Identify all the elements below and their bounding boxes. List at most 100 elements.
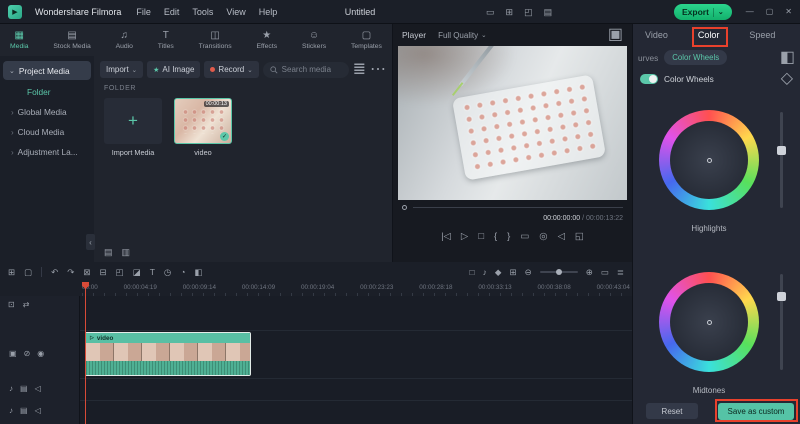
sidebar-item-global-media[interactable]: › Global Media: [3, 102, 91, 122]
play-icon[interactable]: ▷: [461, 232, 468, 242]
track-folder-icon[interactable]: ▤: [20, 385, 28, 393]
tab-audio[interactable]: ♫ Audio: [116, 30, 133, 50]
wheel-crosshair[interactable]: [706, 157, 712, 163]
track-thumbnail-icon[interactable]: ▣: [9, 350, 17, 358]
wheel-crosshair[interactable]: [706, 319, 712, 325]
marker-icon[interactable]: □: [470, 268, 475, 277]
fullscreen-icon[interactable]: ◱: [575, 232, 584, 242]
track-manage-icon[interactable]: ⊡: [8, 301, 15, 309]
maximize-button[interactable]: ▢: [766, 8, 774, 16]
midtones-color-wheel[interactable]: [659, 272, 759, 372]
export-button[interactable]: Export ⌄: [674, 4, 732, 20]
reset-button[interactable]: Reset: [646, 403, 698, 419]
tab-media[interactable]: ▦ Media: [10, 30, 29, 50]
sidebar-item-adjustment[interactable]: › Adjustment La...: [3, 142, 91, 162]
delete-icon[interactable]: ⊠: [83, 268, 90, 277]
tab-transitions[interactable]: ◫ Transitions: [199, 30, 232, 50]
grid-icon[interactable]: ⊞: [506, 7, 514, 17]
filter-icon[interactable]: ≣: [353, 61, 366, 78]
crop-icon[interactable]: ▭: [520, 232, 529, 242]
mask-tool-icon[interactable]: ◧: [194, 268, 202, 277]
undo-icon[interactable]: ↶: [51, 268, 58, 277]
fit-timeline-icon[interactable]: ▭: [601, 268, 609, 277]
midtones-luminance-slider[interactable]: [777, 274, 786, 370]
import-button[interactable]: Import ⌄: [100, 61, 144, 78]
sidebar-item-folder[interactable]: Folder: [3, 80, 91, 102]
record-button[interactable]: Record ⌄: [204, 61, 259, 78]
zoom-knob[interactable]: [555, 269, 562, 275]
close-button[interactable]: ✕: [785, 8, 792, 16]
collapse-sidebar-button[interactable]: ‹: [86, 234, 95, 250]
volume-icon[interactable]: ◁: [558, 232, 565, 242]
previous-frame-icon[interactable]: |◁: [441, 232, 451, 242]
zoom-out-icon[interactable]: ⊖: [525, 268, 532, 277]
track-lock-icon[interactable]: ⊘: [24, 350, 31, 358]
tab-stickers[interactable]: ☺ Stickers: [302, 30, 326, 50]
tab-templates[interactable]: ▢ Templates: [351, 30, 382, 50]
color-wheels-toggle[interactable]: [640, 74, 658, 84]
track-swap-icon[interactable]: ⇄: [23, 301, 30, 309]
folder-icon[interactable]: ▥: [122, 248, 131, 257]
playhead-dot[interactable]: [402, 205, 407, 210]
menu-view[interactable]: View: [226, 7, 245, 17]
tab-curves-partial[interactable]: urves: [638, 53, 658, 63]
split-icon[interactable]: ⊟: [100, 268, 107, 277]
menu-tools[interactable]: Tools: [192, 7, 213, 17]
add-track-icon[interactable]: ⊞: [509, 268, 516, 277]
search-input[interactable]: Search media: [262, 61, 349, 78]
track-folder-icon[interactable]: ▤: [20, 407, 28, 415]
redo-icon[interactable]: ↷: [67, 268, 74, 277]
more-icon[interactable]: ⋯: [370, 61, 386, 78]
track-mute-icon[interactable]: ◁: [35, 385, 41, 393]
zoom-in-icon[interactable]: ⊕: [586, 268, 593, 277]
music-note-icon[interactable]: ♪: [9, 407, 13, 415]
media-view-icon[interactable]: ⊞: [8, 268, 15, 277]
keyframe-diamond-icon[interactable]: ◇: [781, 71, 793, 87]
minimize-button[interactable]: —: [746, 8, 754, 16]
sidebar-item-cloud-media[interactable]: › Cloud Media: [3, 122, 91, 142]
highlights-luminance-slider[interactable]: [777, 112, 786, 208]
track-list-icon[interactable]: ≣: [617, 268, 624, 277]
import-media-tile[interactable]: + Import Media: [104, 98, 162, 157]
tab-color-wheels[interactable]: Color Wheels: [664, 50, 728, 65]
menu-file[interactable]: File: [136, 7, 151, 17]
tab-color[interactable]: Color: [698, 30, 720, 40]
save-as-custom-button[interactable]: Save as custom: [718, 402, 794, 420]
tab-effects[interactable]: ★ Effects: [256, 30, 277, 50]
snapshot-icon[interactable]: ◎: [539, 232, 547, 242]
screen-record-icon[interactable]: ◰: [524, 7, 533, 17]
menu-edit[interactable]: Edit: [164, 7, 180, 17]
crop-tool-icon[interactable]: ◰: [116, 268, 124, 277]
tab-titles[interactable]: T Titles: [158, 30, 174, 50]
fit-view-icon[interactable]: ▣: [608, 27, 623, 43]
slider-handle[interactable]: [777, 292, 786, 301]
chevron-down-icon[interactable]: ⌄: [718, 8, 724, 16]
voiceover-icon[interactable]: ♪: [483, 268, 487, 277]
mark-in-icon[interactable]: {: [494, 232, 497, 242]
slider-handle[interactable]: [777, 146, 786, 155]
color-tool-icon[interactable]: ◔: [180, 268, 185, 277]
compare-icon[interactable]: ◧: [780, 49, 795, 66]
stop-icon[interactable]: □: [478, 232, 484, 242]
tab-stock-media[interactable]: ▤ Stock Media: [53, 30, 90, 50]
progress-track[interactable]: [413, 207, 623, 208]
quality-dropdown[interactable]: Full Quality ⌄: [438, 31, 486, 40]
track-eye-icon[interactable]: ◉: [37, 350, 44, 358]
sidebar-item-project-media[interactable]: ⌄ Project Media: [3, 61, 91, 80]
track-mute-icon[interactable]: ◁: [35, 407, 41, 415]
highlights-color-wheel[interactable]: [659, 110, 759, 210]
layout-icon[interactable]: ▭: [486, 7, 495, 17]
timeline-video-clip[interactable]: ▷ video: [85, 332, 251, 376]
speed-tool-icon[interactable]: ◷: [164, 268, 171, 277]
timeline-ruler[interactable]: 00:00 00:00:04:19 00:00:09:14 00:00:14:0…: [82, 282, 630, 296]
text-tool-icon[interactable]: T: [150, 268, 155, 277]
video-clip-tile[interactable]: 00:00:13 ✓ video: [174, 98, 232, 157]
ai-image-button[interactable]: ★ AI Image: [147, 61, 201, 78]
mark-out-icon[interactable]: }: [507, 232, 510, 242]
music-note-icon[interactable]: ♪: [9, 385, 13, 393]
menu-help[interactable]: Help: [259, 7, 278, 17]
tab-video[interactable]: Video: [645, 30, 668, 40]
keyframe-icon[interactable]: ◆: [495, 268, 502, 277]
device-icon[interactable]: ▤: [544, 7, 553, 17]
select-tool-icon[interactable]: ▢: [24, 268, 32, 277]
